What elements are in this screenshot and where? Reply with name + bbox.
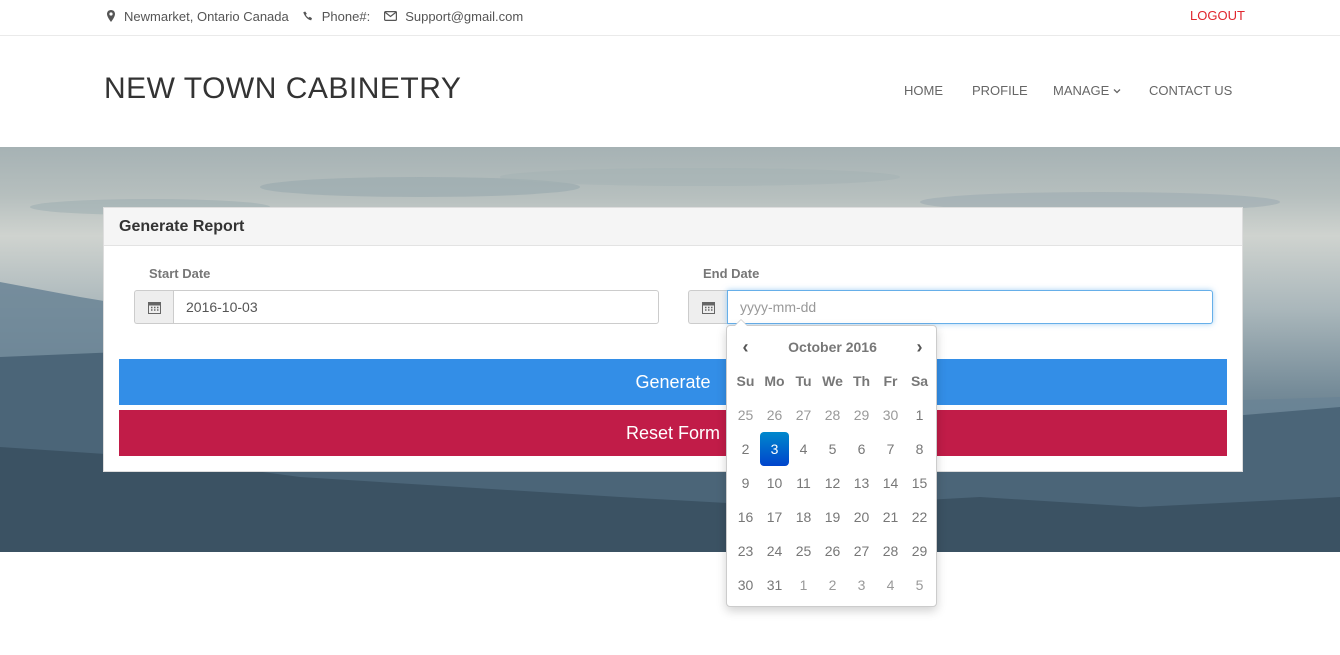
day-cell[interactable]: 25 (731, 398, 760, 432)
day-cell[interactable]: 4 (876, 568, 905, 602)
weekday-label: We (822, 373, 843, 389)
nav-contact-label: CONTACT US (1149, 83, 1233, 98)
week-row: 16 17 18 19 20 21 22 (731, 500, 934, 534)
calendar-icon (701, 301, 715, 314)
location-item: Newmarket, Ontario Canada (106, 9, 289, 24)
day-cell[interactable]: 27 (789, 398, 818, 432)
map-marker-icon (107, 10, 115, 22)
day-cell[interactable]: 9 (731, 466, 760, 500)
day-cell[interactable]: 5 (818, 432, 847, 466)
weekday-label: Su (736, 373, 755, 389)
envelope-icon (384, 11, 398, 21)
day-cell[interactable]: 1 (789, 568, 818, 602)
month-switch[interactable]: October 2016 (760, 330, 905, 364)
week-row: 23 24 25 26 27 28 29 (731, 534, 934, 568)
day-cell[interactable]: 18 (789, 500, 818, 534)
weekday-label: Sa (910, 373, 929, 389)
end-date-input[interactable] (727, 290, 1213, 324)
weekday-row: Su Mo Tu We Th Fr Sa (731, 364, 934, 398)
start-date-input[interactable] (173, 290, 659, 324)
header: NEW TOWN CABINETRY HOME PROFILE MANAGE C… (0, 36, 1340, 147)
day-cell[interactable]: 11 (789, 466, 818, 500)
main-nav: HOME PROFILE MANAGE CONTACT US (0, 83, 1340, 103)
day-cell[interactable]: 1 (905, 398, 934, 432)
end-date-label: End Date (703, 266, 760, 281)
nav-contact-us[interactable]: CONTACT US (1149, 83, 1232, 98)
end-date-group (688, 290, 1213, 324)
day-cell[interactable]: 27 (847, 534, 876, 568)
nav-profile-label: PROFILE (972, 83, 1028, 98)
datepicker-table: ‹ October 2016 › Su Mo Tu We Th Fr Sa 25… (731, 330, 934, 602)
location-text: Newmarket, Ontario Canada (124, 8, 289, 24)
day-cell[interactable]: 23 (731, 534, 760, 568)
start-date-addon[interactable] (134, 290, 173, 324)
day-cell[interactable]: 4 (789, 432, 818, 466)
day-cell[interactable]: 28 (876, 534, 905, 568)
week-row: 30 31 1 2 3 4 5 (731, 568, 934, 602)
datepicker-dropdown: ‹ October 2016 › Su Mo Tu We Th Fr Sa 25… (726, 319, 937, 607)
next-month-button[interactable]: › (905, 330, 934, 364)
day-cell-selected[interactable]: 3 (760, 432, 789, 466)
generate-report-panel: Generate Report Start Date End Date Gene… (103, 207, 1243, 472)
day-cell[interactable]: 29 (905, 534, 934, 568)
day-cell[interactable]: 20 (847, 500, 876, 534)
nav-manage-label: MANAGE (1053, 83, 1110, 98)
nav-manage[interactable]: MANAGE (1053, 83, 1121, 98)
reset-form-button[interactable]: Reset Form (119, 410, 1227, 456)
panel-heading: Generate Report (104, 208, 1242, 246)
logout-link[interactable]: LOGOUT (1190, 8, 1245, 23)
generate-button[interactable]: Generate (119, 359, 1227, 405)
week-row: 9 10 11 12 13 14 15 (731, 466, 934, 500)
day-cell[interactable]: 6 (847, 432, 876, 466)
day-cell[interactable]: 28 (818, 398, 847, 432)
email-item: Support@gmail.com (384, 9, 523, 24)
week-row: 2 3 4 5 6 7 8 (731, 432, 934, 466)
day-cell[interactable]: 26 (818, 534, 847, 568)
weekday-label: Tu (795, 373, 812, 389)
phone-icon (303, 11, 312, 20)
day-cell[interactable]: 10 (760, 466, 789, 500)
start-date-label: Start Date (149, 266, 211, 281)
day-cell[interactable]: 30 (876, 398, 905, 432)
end-date-addon[interactable] (688, 290, 727, 324)
day-cell[interactable]: 3 (847, 568, 876, 602)
day-cell[interactable]: 26 (760, 398, 789, 432)
week-row: 25 26 27 28 29 30 1 (731, 398, 934, 432)
start-date-group (134, 290, 659, 324)
day-cell[interactable]: 19 (818, 500, 847, 534)
day-cell[interactable]: 16 (731, 500, 760, 534)
phone-item: Phone#: (303, 9, 370, 24)
weekday-label: Fr (883, 373, 898, 389)
weekday-label: Th (852, 373, 871, 389)
nav-home[interactable]: HOME (904, 83, 943, 98)
day-cell[interactable]: 2 (818, 568, 847, 602)
day-cell[interactable]: 14 (876, 466, 905, 500)
day-cell[interactable]: 2 (731, 432, 760, 466)
calendar-icon (147, 301, 161, 314)
day-cell[interactable]: 12 (818, 466, 847, 500)
day-cell[interactable]: 31 (760, 568, 789, 602)
day-cell[interactable]: 15 (905, 466, 934, 500)
contact-info: Newmarket, Ontario Canada Phone#: Suppor… (106, 0, 537, 32)
day-cell[interactable]: 7 (876, 432, 905, 466)
day-cell[interactable]: 29 (847, 398, 876, 432)
panel-title: Generate Report (119, 217, 245, 235)
nav-home-label: HOME (904, 83, 943, 98)
day-cell[interactable]: 8 (905, 432, 934, 466)
chevron-down-icon (1113, 88, 1121, 93)
day-cell[interactable]: 25 (789, 534, 818, 568)
day-cell[interactable]: 24 (760, 534, 789, 568)
prev-month-button[interactable]: ‹ (731, 330, 760, 364)
top-bar: Newmarket, Ontario Canada Phone#: Suppor… (0, 0, 1340, 36)
weekday-label: Mo (764, 373, 785, 389)
day-cell[interactable]: 17 (760, 500, 789, 534)
phone-text: Phone#: (321, 8, 371, 24)
nav-profile[interactable]: PROFILE (972, 83, 1028, 98)
day-cell[interactable]: 22 (905, 500, 934, 534)
day-cell[interactable]: 13 (847, 466, 876, 500)
day-cell[interactable]: 21 (876, 500, 905, 534)
day-cell[interactable]: 30 (731, 568, 760, 602)
email-link[interactable]: Support@gmail.com (405, 9, 523, 24)
day-cell[interactable]: 5 (905, 568, 934, 602)
